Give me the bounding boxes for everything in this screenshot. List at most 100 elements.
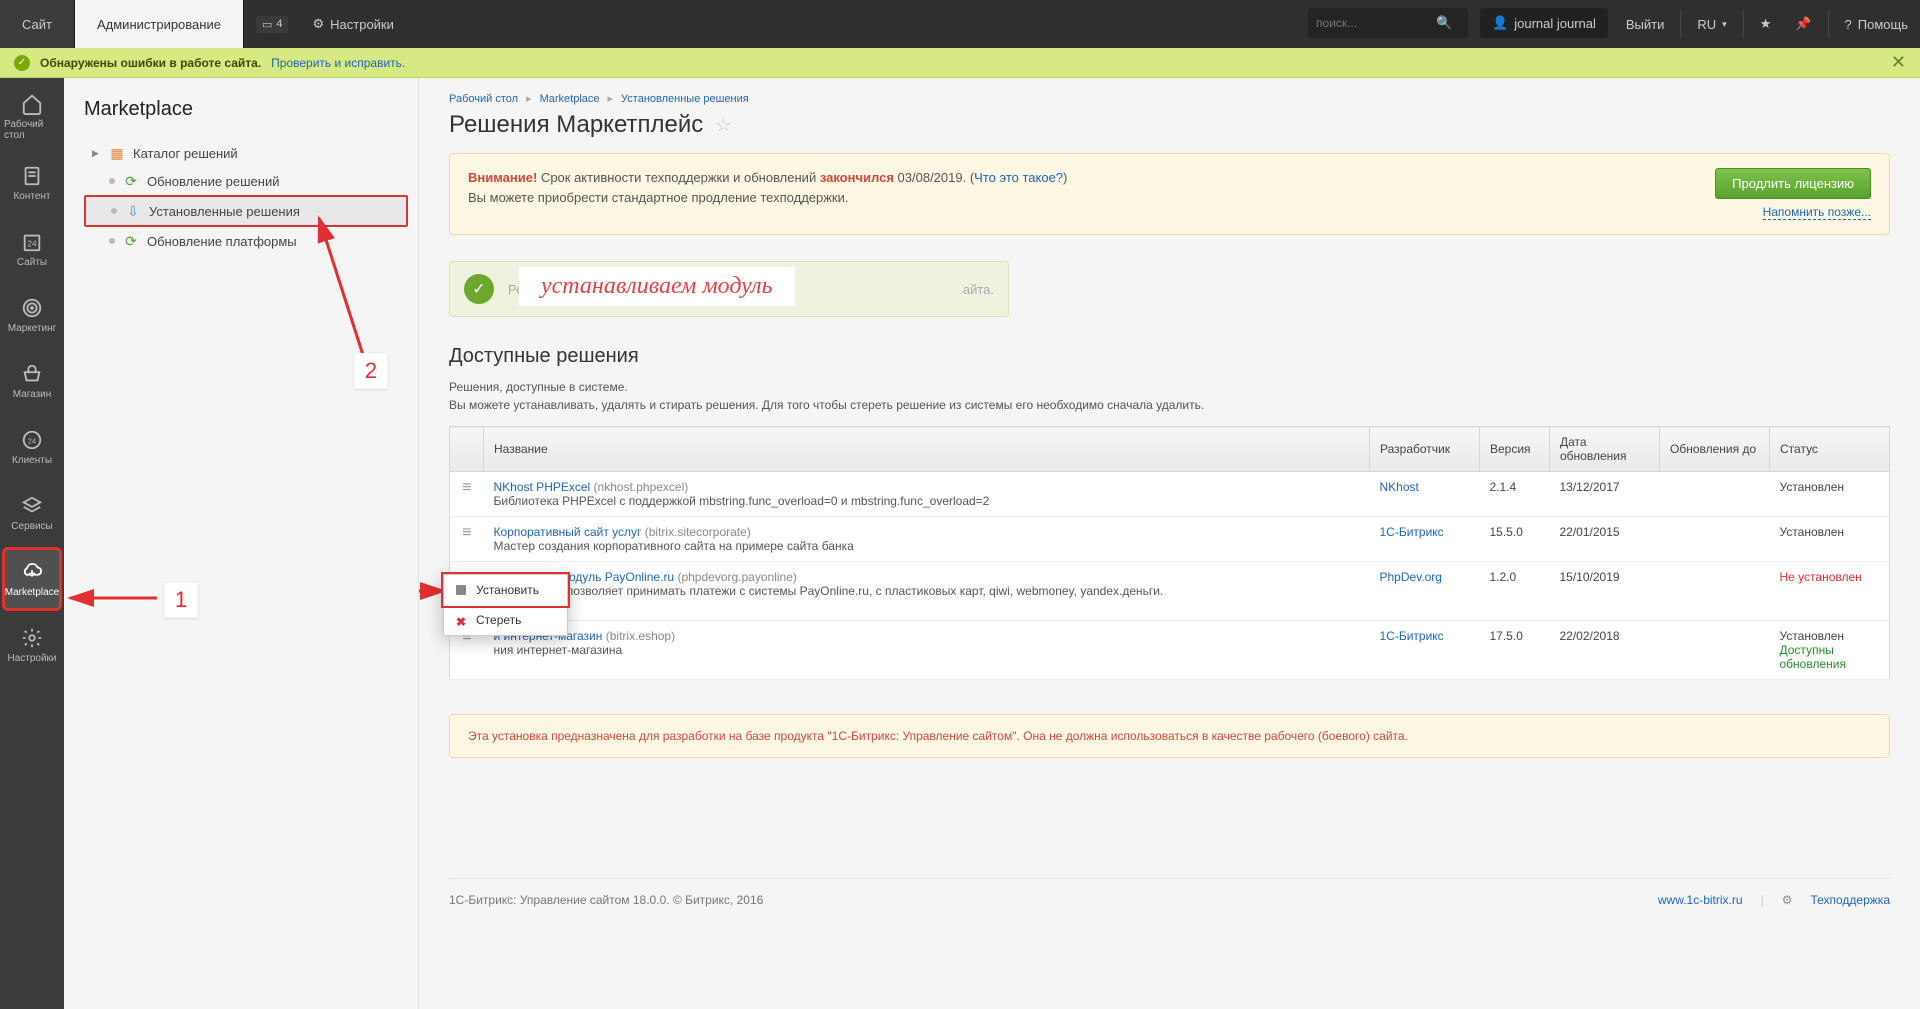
topbar: Сайт Администрирование ▭ 4 ⚙ Настройки 🔍… — [0, 0, 1920, 48]
developer-link[interactable]: 1С-Битрикс — [1380, 525, 1444, 539]
solution-name-link[interactable]: Корпоративный сайт услуг — [494, 525, 642, 539]
box-icon: ⇩ — [125, 203, 141, 219]
menu-install[interactable]: Установить — [444, 575, 567, 605]
solution-name-link[interactable]: NKhost PHPExcel — [494, 480, 591, 494]
svg-text:24: 24 — [28, 436, 36, 445]
bullet-icon — [456, 585, 466, 595]
favorite-star-icon[interactable]: ☆ — [715, 115, 731, 136]
row-menu-icon[interactable]: ≡ — [462, 524, 471, 541]
tab-site[interactable]: Сайт — [0, 0, 75, 48]
annotation-2: 2 — [354, 353, 388, 389]
alert-action-link[interactable]: Проверить и исправить. — [271, 56, 405, 70]
user-menu[interactable]: 👤 journal journal — [1480, 8, 1608, 38]
dev-install-warning: Эта установка предназначена для разработ… — [449, 714, 1890, 758]
expand-icon: ▶ — [92, 148, 101, 159]
breadcrumb: Рабочий стол ▸ Marketplace ▸ Установленн… — [449, 92, 1890, 105]
page-title: Решения Маркетплейс ☆ — [449, 111, 1890, 139]
th-name[interactable]: Название — [484, 427, 1370, 472]
th-until[interactable]: Обновления до — [1660, 427, 1770, 472]
chat-icon: ▭ — [262, 18, 272, 31]
th-ver[interactable]: Версия — [1480, 427, 1550, 472]
settings-link[interactable]: ⚙ Настройки — [300, 0, 405, 48]
chevron-right-icon: ▸ — [608, 92, 614, 105]
divider: | — [1761, 893, 1764, 907]
table-row[interactable]: ≡ Корпоративный сайт услуг (bitrix.sitec… — [450, 517, 1890, 562]
breadcrumb-item[interactable]: Установленные решения — [621, 93, 749, 105]
whatis-link[interactable]: Что это такое? — [974, 170, 1063, 185]
breadcrumb-item[interactable]: Рабочий стол — [449, 93, 518, 105]
section-heading: Доступные решения — [449, 345, 1890, 368]
svg-text:24: 24 — [27, 239, 37, 248]
cog-icon — [21, 627, 43, 649]
alert-text: Обнаружены ошибки в работе сайта. — [40, 56, 261, 70]
chevron-down-icon: ▾ — [1722, 19, 1727, 30]
developer-link[interactable]: NKhost — [1380, 480, 1419, 494]
tab-admin[interactable]: Администрирование — [75, 0, 244, 48]
user-icon: 👤 — [1492, 15, 1508, 31]
rail-desk[interactable]: Рабочий стол — [4, 87, 60, 147]
row-context-menu: Установить ✖ Стереть — [443, 574, 568, 636]
pin-toggle[interactable]: 📌 — [1783, 0, 1823, 48]
annotation-1: 1 — [164, 582, 198, 618]
tree-item-installed[interactable]: ⇩ Установленные решения — [84, 195, 408, 227]
breadcrumb-item[interactable]: Marketplace — [540, 93, 600, 105]
table-row[interactable]: ≡ й интернет-магазин (bitrix.eshop)ния и… — [450, 621, 1890, 680]
search-input[interactable] — [1316, 16, 1436, 30]
rail-clients[interactable]: 24 Клиенты — [4, 417, 60, 477]
menu-erase[interactable]: ✖ Стереть — [444, 605, 567, 635]
footer-site-link[interactable]: www.1c-bitrix.ru — [1658, 893, 1743, 907]
calendar-icon: 24 — [21, 231, 43, 253]
tree-item-update-solutions[interactable]: ⟳ Обновление решений — [84, 167, 408, 195]
table-row[interactable]: ≡ NKhost PHPExcel (nkhost.phpexcel)Библи… — [450, 472, 1890, 517]
page-footer: 1С-Битрикс: Управление сайтом 18.0.0. © … — [449, 878, 1890, 921]
solutions-table: Название Разработчик Версия Дата обновле… — [449, 426, 1890, 680]
side-panel: Marketplace ▶ ▦ Каталог решений ⟳ Обновл… — [64, 78, 419, 1009]
target-icon — [21, 297, 43, 319]
th-date[interactable]: Дата обновления — [1550, 427, 1660, 472]
rail-marketing[interactable]: Маркетинг — [4, 285, 60, 345]
search-icon: 🔍 — [1436, 15, 1452, 31]
rail-shop[interactable]: Магазин — [4, 351, 60, 411]
warn-prefix: Внимание! — [468, 170, 537, 185]
row-menu-icon[interactable]: ≡ — [462, 479, 471, 496]
developer-link[interactable]: 1С-Битрикс — [1380, 629, 1444, 643]
table-row[interactable]: ≡ Платежный модуль PayOnline.ru (phpdevo… — [450, 562, 1890, 621]
basket-icon — [21, 363, 43, 385]
extend-license-button[interactable]: Продлить лицензию — [1715, 168, 1871, 199]
rail-services[interactable]: Сервисы — [4, 483, 60, 543]
th-status[interactable]: Статус — [1770, 427, 1890, 472]
notif-button[interactable]: ▭ 4 — [244, 0, 301, 48]
help-link[interactable]: ? Помощь — [1833, 0, 1920, 48]
footer-support-link[interactable]: Техподдержка — [1810, 893, 1890, 907]
developer-link[interactable]: PhpDev.org — [1380, 570, 1442, 584]
document-icon — [21, 165, 43, 187]
home-icon — [21, 93, 43, 115]
tree: ▶ ▦ Каталог решений ⟳ Обновление решений… — [84, 139, 408, 255]
rail-content[interactable]: Контент — [4, 153, 60, 213]
cloud-download-icon — [21, 561, 43, 583]
sync-icon: ⟳ — [123, 233, 139, 249]
tree-item-catalog[interactable]: ▶ ▦ Каталог решений — [84, 139, 408, 167]
sidepanel-title: Marketplace — [84, 98, 408, 121]
search-box[interactable]: 🔍 — [1308, 8, 1468, 38]
lang-switch[interactable]: RU ▾ — [1685, 0, 1738, 48]
logout-link[interactable]: Выйти — [1614, 0, 1677, 48]
chevron-right-icon: ▸ — [526, 92, 532, 105]
help-icon: ? — [1845, 17, 1852, 32]
rail-sites[interactable]: 24 Сайты — [4, 219, 60, 279]
th-dev[interactable]: Разработчик — [1370, 427, 1480, 472]
license-warning: Внимание! Срок активности техподдержки и… — [449, 153, 1890, 235]
progress-area: ✓ Реш айта. устанавливаем модуль — [449, 261, 1890, 317]
remind-later-link[interactable]: Напомнить позже... — [1763, 205, 1871, 220]
nav-rail: Рабочий стол Контент 24 Сайты Маркетинг … — [0, 78, 64, 1009]
alert-close[interactable]: ✕ — [1891, 52, 1906, 73]
tree-item-platform-update[interactable]: ⟳ Обновление платформы — [84, 227, 408, 255]
star-toggle[interactable]: ★ — [1748, 0, 1784, 48]
success-icon: ✓ — [464, 274, 494, 304]
rail-marketplace[interactable]: Marketplace — [4, 549, 60, 609]
section-description: Решения, доступные в системе. Вы можете … — [449, 378, 1890, 414]
layers-icon — [21, 495, 43, 517]
annotation-caption: устанавливаем модуль — [519, 267, 795, 306]
alert-bar: ✓ Обнаружены ошибки в работе сайта. Пров… — [0, 48, 1920, 78]
rail-settings[interactable]: Настройки — [4, 615, 60, 675]
